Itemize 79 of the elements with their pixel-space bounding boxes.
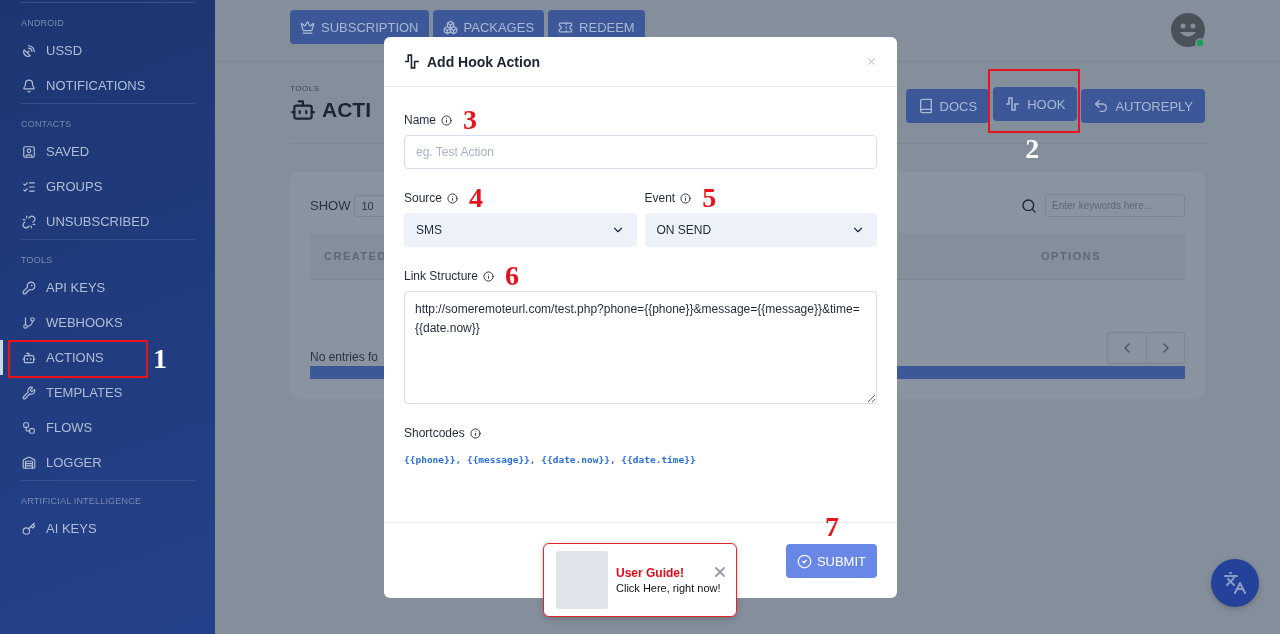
action-button[interactable]: HOOK: [993, 87, 1078, 121]
ticket-icon: [558, 19, 574, 35]
top-button[interactable]: SUBSCRIPTION: [290, 10, 429, 44]
show-label: SHOW: [310, 198, 351, 213]
list-icon: [22, 179, 36, 194]
field-label: Source: [404, 191, 443, 205]
unlink-icon: [22, 214, 36, 229]
close-button[interactable]: [866, 56, 877, 67]
field-label: Shortcodes: [404, 426, 465, 440]
crown-icon: [300, 19, 315, 35]
field-label: Event: [644, 191, 676, 205]
robot-icon: [290, 97, 316, 123]
callout-number: 7: [825, 513, 839, 541]
breadcrumb: TOOLS: [290, 84, 321, 93]
satellite-dish-icon: [22, 43, 36, 58]
callout-number: 5: [702, 184, 717, 212]
warehouse-icon: [22, 455, 36, 470]
sidebar-item[interactable]: LOGGER: [0, 445, 215, 480]
link-textarea[interactable]: http://someremoteurl.com/test.php?phone={{phone}}&message={{message}}&time={{date.now}}: [404, 291, 877, 404]
hook-icon: [1005, 96, 1022, 112]
reply-icon: [1093, 98, 1110, 114]
select-field[interactable]: ON SEND: [644, 213, 877, 247]
callout-number: 2: [1025, 135, 1040, 163]
close-icon: [866, 56, 877, 67]
sidebar-item[interactable]: GROUPS: [0, 169, 215, 204]
callout-number: 4: [469, 184, 484, 212]
modal-title: Add Hook Action: [427, 53, 541, 70]
book-icon: [917, 98, 934, 114]
section-title: ARTIFICIAL INTELLIGENCE: [20, 495, 143, 508]
avatar-icon[interactable]: [1171, 13, 1207, 49]
info-icon: [441, 114, 452, 126]
guide-text: Click Here, right now!: [616, 582, 721, 594]
close-button[interactable]: [712, 564, 728, 580]
user-guide-popup[interactable]: User Guide! Click Here, right now!: [543, 543, 737, 617]
section-title: TOOLS: [20, 254, 54, 267]
workflow-icon: [22, 420, 36, 435]
callout-number: 3: [463, 106, 477, 134]
info-icon: [680, 192, 692, 204]
sidebar-item[interactable]: SAVED: [0, 134, 215, 169]
key-icon: [22, 280, 36, 295]
bell-icon: [22, 78, 36, 93]
action-button[interactable]: AUTOREPLY: [1081, 89, 1205, 123]
hook-icon: [404, 53, 421, 70]
search-icon: [1021, 197, 1037, 214]
contact-card-icon: [22, 144, 36, 159]
check-circle-icon: [796, 553, 812, 569]
sidebar-item[interactable]: FLOWS: [0, 410, 215, 445]
select-field[interactable]: SMS: [404, 213, 637, 247]
sidebar-item[interactable]: AI KEYS: [0, 511, 215, 546]
boxes-icon: [442, 19, 458, 35]
name-input[interactable]: eg. Test Action: [404, 135, 877, 169]
sidebar-item[interactable]: NOTIFICATIONS: [0, 68, 215, 103]
wrench-icon: [22, 385, 36, 400]
empty-message: No entries fo: [310, 350, 379, 364]
info-icon: [483, 270, 495, 282]
branch-icon: [22, 315, 36, 330]
sidebar-item[interactable]: WEBHOOKS: [0, 305, 215, 340]
callout-number: 1: [153, 345, 167, 373]
info-icon: [469, 427, 481, 439]
section-title: CONTACTS: [20, 118, 73, 131]
submit-button[interactable]: SUBMIT: [785, 544, 877, 578]
info-icon: [447, 192, 459, 204]
action-button[interactable]: DOCS: [905, 89, 990, 123]
shortcodes-text: {{phone}}, {{message}}, {{date.now}}, {{date.time}}: [404, 454, 697, 465]
callout-number: 6: [505, 262, 520, 290]
close-icon: [712, 564, 728, 580]
translate-icon: [1223, 571, 1247, 595]
sidebar-item[interactable]: UNSUBSCRIBED: [0, 204, 215, 239]
guide-title: User Guide!: [616, 566, 685, 580]
page-title: ACTI: [322, 98, 371, 122]
sidebar-item[interactable]: TEMPLATES: [0, 375, 215, 410]
key-icon: [22, 521, 36, 536]
field-label: Link Structure: [404, 269, 479, 283]
field-label: Name: [404, 113, 436, 127]
sidebar-item[interactable]: USSD: [0, 33, 215, 68]
photo-placeholder: [556, 551, 608, 609]
robot-icon: [22, 350, 36, 365]
section-title: ANDROID: [20, 17, 65, 30]
sidebar-item[interactable]: API KEYS: [0, 270, 215, 305]
